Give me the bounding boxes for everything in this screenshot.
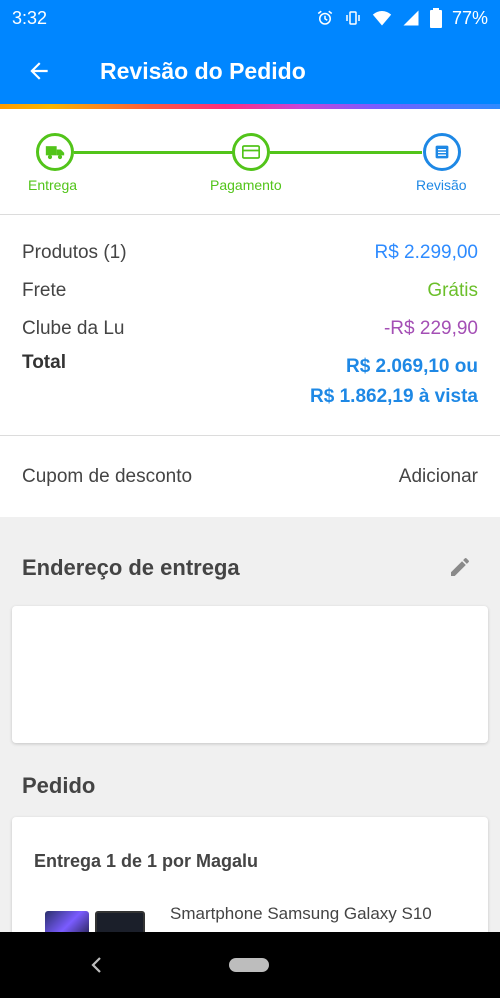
- status-icons: 77%: [316, 8, 488, 29]
- step-entrega[interactable]: [36, 133, 74, 171]
- step-pagamento[interactable]: [232, 133, 270, 171]
- arrow-left-icon: [30, 62, 48, 80]
- truck-icon: [45, 146, 65, 160]
- club-label: Clube da Lu: [22, 318, 125, 339]
- step-label-pagamento: Pagamento: [210, 177, 282, 193]
- details-area: Endereço de entrega Pedido Entrega 1 de …: [0, 517, 500, 957]
- step-label-revisao: Revisão: [416, 177, 467, 193]
- total-label: Total: [22, 352, 66, 373]
- total-installment: R$ 2.069,10 ou: [345, 356, 478, 377]
- alarm-icon: [316, 9, 334, 27]
- edit-address-button[interactable]: [446, 553, 474, 581]
- review-list-icon: [435, 145, 449, 159]
- system-nav-bar: [0, 932, 500, 998]
- battery-percent: 77%: [451, 7, 488, 28]
- nav-back-button[interactable]: [84, 950, 108, 980]
- product-name[interactable]: Smartphone Samsung Galaxy S10: [170, 903, 476, 925]
- step-connector: [270, 151, 422, 154]
- checkout-stepper: Entrega Pagamento Revisão: [0, 109, 500, 214]
- divider: [0, 435, 500, 436]
- vibrate-icon: [344, 9, 362, 27]
- summary-row-shipping: Frete Grátis: [22, 277, 478, 305]
- shipping-label: Frete: [22, 280, 67, 301]
- credit-card-icon: [242, 145, 260, 159]
- add-coupon-button[interactable]: Adicionar: [399, 466, 478, 488]
- address-section-title: Endereço de entrega: [22, 555, 240, 580]
- total-value: R$ 2.069,10 ou R$ 1.862,19 à vista: [310, 352, 478, 412]
- products-value: R$ 2.299,00: [374, 242, 478, 263]
- status-time: 3:32: [12, 7, 48, 28]
- summary-row-club: Clube da Lu -R$ 229,90: [22, 315, 478, 343]
- club-discount-value: -R$ 229,90: [383, 318, 478, 339]
- coupon-row[interactable]: Cupom de desconto Adicionar: [0, 437, 500, 517]
- products-label: Produtos (1): [22, 242, 127, 263]
- battery-icon: [429, 8, 442, 28]
- total-cash: R$ 1.862,19 à vista: [310, 386, 478, 407]
- coupon-label: Cupom de desconto: [22, 466, 193, 487]
- summary-row-total: Total R$ 2.069,10 ou R$ 1.862,19 à vista: [22, 352, 478, 416]
- divider: [0, 214, 500, 215]
- back-button[interactable]: [0, 36, 78, 106]
- pencil-icon: [451, 557, 469, 576]
- step-revisao[interactable]: [423, 133, 461, 171]
- nav-home-button[interactable]: [229, 958, 269, 972]
- delivery-title: Entrega 1 de 1 por Magalu: [34, 851, 259, 871]
- step-label-entrega: Entrega: [28, 177, 78, 193]
- app-bar: Revisão do Pedido: [0, 36, 500, 106]
- signal-icon: [402, 9, 420, 27]
- status-bar: 3:32 77%: [0, 0, 500, 36]
- order-section-title: Pedido: [22, 773, 96, 798]
- shipping-value: Grátis: [427, 280, 478, 301]
- page-title: Revisão do Pedido: [100, 57, 306, 84]
- address-card[interactable]: [12, 606, 488, 743]
- step-connector: [74, 151, 234, 154]
- wifi-icon: [372, 9, 392, 27]
- chevron-left-icon: [91, 957, 101, 973]
- summary-row-products: Produtos (1) R$ 2.299,00: [22, 239, 478, 267]
